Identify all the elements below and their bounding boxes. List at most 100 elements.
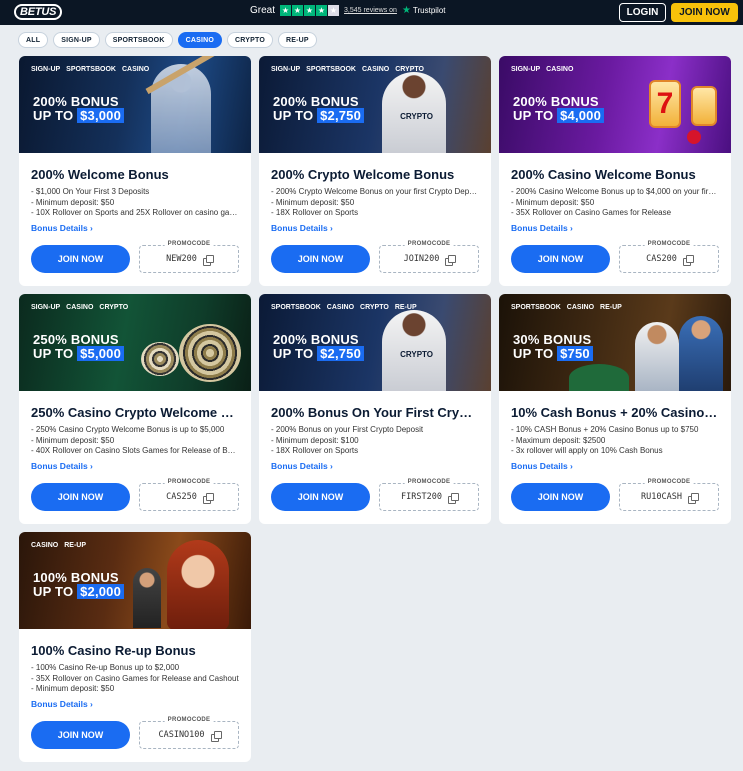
promo-tags: SIGN-UP SPORTSBOOK CASINO CRYPTO	[271, 66, 424, 73]
promo-tag: CRYPTO	[360, 304, 389, 311]
promo-title: 200% Bonus On Your First Crypto Deposit	[271, 405, 479, 420]
promocode-box[interactable]: PROMOCODE CAS200	[619, 241, 719, 273]
promo-banner[interactable]: CRYPTO SPORTSBOOK CASINO CRYPTO RE-UP 200% …	[259, 294, 491, 391]
bonus-upto: UP TO $750	[513, 346, 593, 361]
promocode-label: PROMOCODE	[164, 717, 214, 723]
betus-logo[interactable]: BETUS	[14, 4, 63, 20]
promo-card: SIGN-UP SPORTSBOOK CASINO 200% BONUS UP TO…	[19, 56, 251, 286]
promo-actions: JOIN NOW PROMOCODE CAS200	[511, 241, 719, 273]
join-now-button[interactable]: JOIN NOW	[271, 245, 370, 273]
promo-terms: 100% Casino Re-up Bonus up to $2,00035X …	[31, 663, 239, 695]
promo-banner[interactable]: 7 SIGN-UP CASINO 200% BONUS UP TO $4,000	[499, 56, 731, 153]
copy-icon[interactable]	[202, 492, 214, 504]
promocode-box[interactable]: PROMOCODE FIRST200	[379, 479, 479, 511]
bonus-details-link[interactable]: Bonus Details ›	[271, 461, 479, 471]
promocode-box[interactable]: PROMOCODE JOIN200	[379, 241, 479, 273]
promo-actions: JOIN NOW PROMOCODE NEW200	[31, 241, 239, 273]
trustpilot-brand-label: Trustpilot	[412, 6, 446, 15]
promocode-label: PROMOCODE	[164, 479, 214, 485]
promo-term: Minimum deposit: $50	[31, 684, 239, 695]
bonus-percent: 200% BONUS	[513, 94, 599, 109]
promo-card: SIGN-UP CASINO CRYPTO 250% BONUS UP TO $5,…	[19, 294, 251, 524]
promo-tag: CASINO	[566, 304, 595, 311]
join-now-button[interactable]: JOIN NOW	[271, 483, 370, 511]
star-icon: ★	[280, 5, 292, 16]
promo-tag: CASINO	[361, 66, 390, 73]
copy-icon[interactable]	[687, 492, 699, 504]
bonus-headline: 250% BONUS UP TO $5,000	[33, 333, 125, 361]
bonus-details-link[interactable]: Bonus Details ›	[31, 699, 239, 709]
promo-tags: SIGN-UP CASINO CRYPTO	[31, 304, 128, 311]
bonus-details-link[interactable]: Bonus Details ›	[271, 223, 479, 233]
promo-terms: 200% Casino Welcome Bonus up to $4,000 o…	[511, 187, 719, 219]
header-join-now-button[interactable]: JOIN NOW	[671, 3, 738, 22]
bonus-prefix: UP TO	[513, 108, 554, 123]
promo-tag: CASINO	[31, 542, 59, 549]
join-now-button[interactable]: JOIN NOW	[31, 245, 130, 273]
promo-tag: RE-UP	[64, 542, 87, 549]
filter-chip-re-up[interactable]: RE-UP	[278, 32, 317, 48]
promo-tag: SIGN-UP	[31, 66, 61, 73]
bonus-prefix: UP TO	[33, 346, 74, 361]
copy-icon[interactable]	[202, 254, 214, 266]
promocode-box[interactable]: PROMOCODE CASINO100	[139, 717, 239, 749]
join-now-button[interactable]: JOIN NOW	[511, 245, 610, 273]
promo-banner[interactable]: SIGN-UP CASINO CRYPTO 250% BONUS UP TO $5,…	[19, 294, 251, 391]
bonus-headline: 200% BONUS UP TO $4,000	[513, 94, 605, 123]
filter-chip-all[interactable]: ALL	[18, 32, 49, 48]
join-now-button[interactable]: JOIN NOW	[31, 483, 130, 511]
promo-tags: CASINO RE-UP	[31, 542, 86, 549]
join-now-button[interactable]: JOIN NOW	[31, 721, 130, 749]
promocode-box[interactable]: PROMOCODE CAS250	[139, 479, 239, 511]
promo-term: Minimum deposit: $50	[31, 436, 239, 447]
copy-icon[interactable]	[210, 730, 222, 742]
bonus-headline: 200% BONUS UP TO $2,750	[273, 333, 365, 361]
promo-banner[interactable]: SIGN-UP SPORTSBOOK CASINO 200% BONUS UP TO…	[19, 56, 251, 153]
promo-tags: SPORTSBOOK CASINO CRYPTO RE-UP	[271, 304, 417, 311]
bonus-percent: 100% BONUS	[33, 570, 119, 585]
copy-icon[interactable]	[447, 492, 459, 504]
promo-tag: CRYPTO	[395, 66, 424, 73]
copy-icon[interactable]	[682, 254, 694, 266]
promo-term: Minimum deposit: $100	[271, 436, 479, 447]
filter-chip-sportsbook[interactable]: SPORTSBOOK	[104, 32, 173, 48]
promocode-box[interactable]: PROMOCODE NEW200	[139, 241, 239, 273]
copy-icon[interactable]	[445, 254, 457, 266]
promo-term: Minimum deposit: $50	[31, 198, 239, 209]
promo-tag: CASINO	[326, 304, 355, 311]
trustpilot-reviews-link[interactable]: 3,545 reviews on	[344, 7, 397, 14]
join-now-button[interactable]: JOIN NOW	[511, 483, 610, 511]
bonus-upto: UP TO $2,000	[33, 584, 125, 599]
promo-term: 3x rollover will apply on 10% Cash Bonus	[511, 446, 719, 457]
trustpilot-widget[interactable]: Great ★ ★ ★ ★ ★ 3,545 reviews on ★ Trustp…	[250, 5, 446, 16]
promocode-box[interactable]: PROMOCODE RU10CASH	[619, 479, 719, 511]
promo-title: 250% Casino Crypto Welcome Bonus	[31, 405, 239, 420]
bonus-amount: $2,000	[77, 584, 125, 599]
promo-tag: SPORTSBOOK	[271, 304, 321, 311]
bonus-prefix: UP TO	[273, 108, 314, 123]
promo-terms: 10% CASH Bonus + 20% Casino Bonus up to …	[511, 425, 719, 457]
bonus-amount: $5,000	[77, 346, 125, 361]
promocode-value: JOIN200	[403, 254, 440, 264]
trustpilot-star-icon: ★	[401, 5, 411, 16]
bonus-details-link[interactable]: Bonus Details ›	[31, 461, 239, 471]
star-icon: ★	[328, 5, 340, 16]
bonus-details-link[interactable]: Bonus Details ›	[511, 223, 719, 233]
bonus-upto: UP TO $2,750	[273, 108, 365, 123]
bonus-amount: $3,000	[77, 108, 125, 123]
promo-actions: JOIN NOW PROMOCODE FIRST200	[271, 479, 479, 511]
bonus-details-link[interactable]: Bonus Details ›	[31, 223, 239, 233]
filter-chip-crypto[interactable]: CRYPTO	[227, 32, 274, 48]
promo-banner[interactable]: CASINO RE-UP 100% BONUS UP TO $2,000	[19, 532, 251, 629]
filter-chip-casino[interactable]: CASINO	[177, 32, 223, 48]
promo-tag: SPORTSBOOK	[306, 66, 356, 73]
promo-card: 7 SIGN-UP CASINO 200% BONUS UP TO $4,000 …	[499, 56, 731, 286]
promo-tag: CASINO	[546, 66, 574, 73]
login-button[interactable]: LOGIN	[619, 3, 666, 22]
bonus-details-link[interactable]: Bonus Details ›	[511, 461, 719, 471]
filter-chip-sign-up[interactable]: SIGN-UP	[53, 32, 100, 48]
promo-banner[interactable]: SPORTSBOOK CASINO RE-UP 30% BONUS UP TO $7…	[499, 294, 731, 391]
promo-term: 40X Rollover on Casino Slots Games for R…	[31, 446, 239, 457]
filter-chips: ALL SIGN-UP SPORTSBOOK CASINO CRYPTO RE-…	[18, 32, 317, 48]
promo-banner[interactable]: CRYPTO SIGN-UP SPORTSBOOK CASINO CRYPTO 200…	[259, 56, 491, 153]
